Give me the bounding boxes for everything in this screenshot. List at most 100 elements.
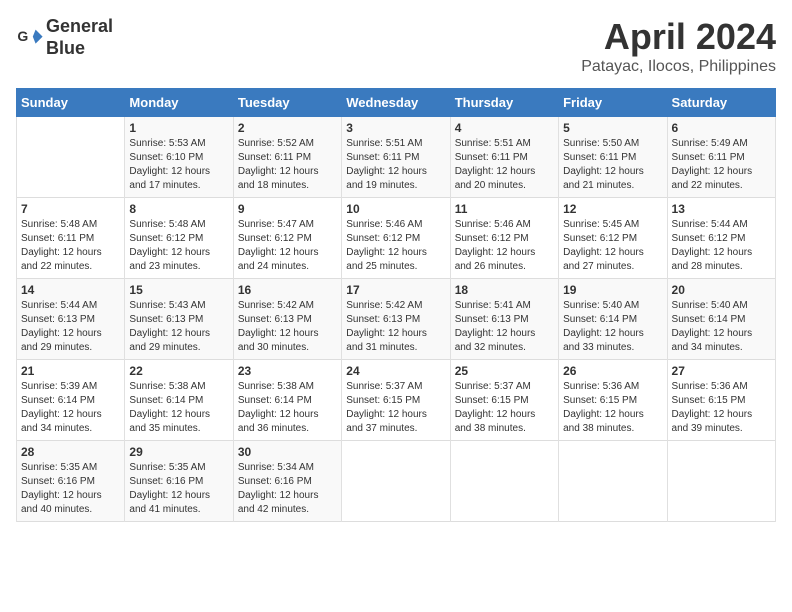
calendar-cell: 26 Sunrise: 5:36 AM Sunset: 6:15 PM Dayli… (559, 360, 667, 441)
logo-icon: G (16, 24, 44, 52)
day-info: Sunrise: 5:38 AM Sunset: 6:14 PM Dayligh… (129, 380, 228, 436)
calendar-cell: 3 Sunrise: 5:51 AM Sunset: 6:11 PM Daylig… (342, 117, 450, 198)
day-info: Sunrise: 5:44 AM Sunset: 6:13 PM Dayligh… (21, 299, 120, 355)
day-number: 17 (346, 283, 445, 297)
day-info: Sunrise: 5:50 AM Sunset: 6:11 PM Dayligh… (563, 137, 662, 193)
day-info: Sunrise: 5:46 AM Sunset: 6:12 PM Dayligh… (346, 218, 445, 274)
day-number: 22 (129, 364, 228, 378)
header-sunday: Sunday (17, 89, 125, 117)
calendar-cell: 28Sunrise: 5:35 AM Sunset: 6:16 PM Dayli… (17, 441, 125, 522)
day-info: Sunrise: 5:40 AM Sunset: 6:14 PM Dayligh… (672, 299, 771, 355)
calendar-cell (667, 441, 775, 522)
day-info: Sunrise: 5:48 AM Sunset: 6:12 PM Dayligh… (129, 218, 228, 274)
day-number: 30 (238, 445, 337, 459)
calendar-cell: 2Sunrise: 5:52 AM Sunset: 6:11 PM Daylig… (233, 117, 341, 198)
day-number: 8 (129, 202, 228, 216)
day-number: 4 (455, 121, 554, 135)
day-info: Sunrise: 5:47 AM Sunset: 6:12 PM Dayligh… (238, 218, 337, 274)
calendar-cell: 8 Sunrise: 5:48 AM Sunset: 6:12 PM Daylig… (125, 198, 233, 279)
header-saturday: Saturday (667, 89, 775, 117)
day-info: Sunrise: 5:51 AM Sunset: 6:11 PM Dayligh… (455, 137, 554, 193)
calendar-cell: 1 Sunrise: 5:53 AM Sunset: 6:10 PM Daylig… (125, 117, 233, 198)
day-info: Sunrise: 5:42 AM Sunset: 6:13 PM Dayligh… (346, 299, 445, 355)
page-header: G General Blue April 2024 Patayac, Iloco… (16, 16, 776, 76)
day-number: 10 (346, 202, 445, 216)
day-info: Sunrise: 5:52 AM Sunset: 6:11 PM Dayligh… (238, 137, 337, 193)
day-number: 29 (129, 445, 228, 459)
day-number: 21 (21, 364, 120, 378)
calendar-cell: 14Sunrise: 5:44 AM Sunset: 6:13 PM Dayli… (17, 279, 125, 360)
calendar-cell: 20 Sunrise: 5:40 AM Sunset: 6:14 PM Dayli… (667, 279, 775, 360)
day-number: 7 (21, 202, 120, 216)
day-number: 9 (238, 202, 337, 216)
day-number: 24 (346, 364, 445, 378)
day-info: Sunrise: 5:38 AM Sunset: 6:14 PM Dayligh… (238, 380, 337, 436)
day-number: 3 (346, 121, 445, 135)
day-info: Sunrise: 5:35 AM Sunset: 6:16 PM Dayligh… (129, 461, 228, 517)
calendar-cell: 7 Sunrise: 5:48 AM Sunset: 6:11 PM Daylig… (17, 198, 125, 279)
day-info: Sunrise: 5:35 AM Sunset: 6:16 PM Dayligh… (21, 461, 120, 517)
calendar-cell: 9 Sunrise: 5:47 AM Sunset: 6:12 PM Daylig… (233, 198, 341, 279)
day-number: 16 (238, 283, 337, 297)
day-info: Sunrise: 5:53 AM Sunset: 6:10 PM Dayligh… (129, 137, 228, 193)
day-info: Sunrise: 5:36 AM Sunset: 6:15 PM Dayligh… (672, 380, 771, 436)
day-info: Sunrise: 5:37 AM Sunset: 6:15 PM Dayligh… (455, 380, 554, 436)
title-block: April 2024 Patayac, Ilocos, Philippines (581, 16, 776, 76)
day-info: Sunrise: 5:51 AM Sunset: 6:11 PM Dayligh… (346, 137, 445, 193)
day-number: 1 (129, 121, 228, 135)
day-info: Sunrise: 5:43 AM Sunset: 6:13 PM Dayligh… (129, 299, 228, 355)
day-number: 12 (563, 202, 662, 216)
calendar-cell (17, 117, 125, 198)
day-info: Sunrise: 5:37 AM Sunset: 6:15 PM Dayligh… (346, 380, 445, 436)
calendar-cell: 30 Sunrise: 5:34 AM Sunset: 6:16 PM Dayli… (233, 441, 341, 522)
day-info: Sunrise: 5:49 AM Sunset: 6:11 PM Dayligh… (672, 137, 771, 193)
logo-text: General Blue (46, 16, 113, 59)
day-number: 19 (563, 283, 662, 297)
calendar-week-row: 21 Sunrise: 5:39 AM Sunset: 6:14 PM Dayli… (17, 360, 776, 441)
header-thursday: Thursday (450, 89, 558, 117)
day-info: Sunrise: 5:48 AM Sunset: 6:11 PM Dayligh… (21, 218, 120, 274)
header-monday: Monday (125, 89, 233, 117)
calendar-cell: 24 Sunrise: 5:37 AM Sunset: 6:15 PM Dayli… (342, 360, 450, 441)
header-friday: Friday (559, 89, 667, 117)
calendar-cell: 11 Sunrise: 5:46 AM Sunset: 6:12 PM Dayli… (450, 198, 558, 279)
day-number: 26 (563, 364, 662, 378)
day-info: Sunrise: 5:41 AM Sunset: 6:13 PM Dayligh… (455, 299, 554, 355)
location-subtitle: Patayac, Ilocos, Philippines (581, 58, 776, 76)
day-number: 18 (455, 283, 554, 297)
calendar-week-row: 7 Sunrise: 5:48 AM Sunset: 6:11 PM Daylig… (17, 198, 776, 279)
day-number: 20 (672, 283, 771, 297)
calendar-week-row: 1 Sunrise: 5:53 AM Sunset: 6:10 PM Daylig… (17, 117, 776, 198)
calendar-cell: 4 Sunrise: 5:51 AM Sunset: 6:11 PM Daylig… (450, 117, 558, 198)
day-number: 27 (672, 364, 771, 378)
header-wednesday: Wednesday (342, 89, 450, 117)
day-info: Sunrise: 5:46 AM Sunset: 6:12 PM Dayligh… (455, 218, 554, 274)
day-info: Sunrise: 5:36 AM Sunset: 6:15 PM Dayligh… (563, 380, 662, 436)
day-number: 15 (129, 283, 228, 297)
calendar-cell: 29 Sunrise: 5:35 AM Sunset: 6:16 PM Dayli… (125, 441, 233, 522)
logo: G General Blue (16, 16, 113, 59)
calendar-cell: 5 Sunrise: 5:50 AM Sunset: 6:11 PM Daylig… (559, 117, 667, 198)
day-number: 11 (455, 202, 554, 216)
calendar-cell: 18 Sunrise: 5:41 AM Sunset: 6:13 PM Dayli… (450, 279, 558, 360)
calendar-header-row: SundayMondayTuesdayWednesdayThursdayFrid… (17, 89, 776, 117)
day-info: Sunrise: 5:34 AM Sunset: 6:16 PM Dayligh… (238, 461, 337, 517)
calendar-week-row: 14Sunrise: 5:44 AM Sunset: 6:13 PM Dayli… (17, 279, 776, 360)
day-number: 23 (238, 364, 337, 378)
day-info: Sunrise: 5:44 AM Sunset: 6:12 PM Dayligh… (672, 218, 771, 274)
day-number: 25 (455, 364, 554, 378)
header-tuesday: Tuesday (233, 89, 341, 117)
day-number: 13 (672, 202, 771, 216)
calendar-cell: 12Sunrise: 5:45 AM Sunset: 6:12 PM Dayli… (559, 198, 667, 279)
day-info: Sunrise: 5:39 AM Sunset: 6:14 PM Dayligh… (21, 380, 120, 436)
day-info: Sunrise: 5:42 AM Sunset: 6:13 PM Dayligh… (238, 299, 337, 355)
calendar-cell: 13 Sunrise: 5:44 AM Sunset: 6:12 PM Dayli… (667, 198, 775, 279)
calendar-cell (450, 441, 558, 522)
day-number: 6 (672, 121, 771, 135)
day-number: 5 (563, 121, 662, 135)
calendar-cell: 10 Sunrise: 5:46 AM Sunset: 6:12 PM Dayli… (342, 198, 450, 279)
calendar-cell (342, 441, 450, 522)
calendar-cell: 17 Sunrise: 5:42 AM Sunset: 6:13 PM Dayli… (342, 279, 450, 360)
calendar-cell: 19Sunrise: 5:40 AM Sunset: 6:14 PM Dayli… (559, 279, 667, 360)
calendar-cell: 15 Sunrise: 5:43 AM Sunset: 6:13 PM Dayli… (125, 279, 233, 360)
